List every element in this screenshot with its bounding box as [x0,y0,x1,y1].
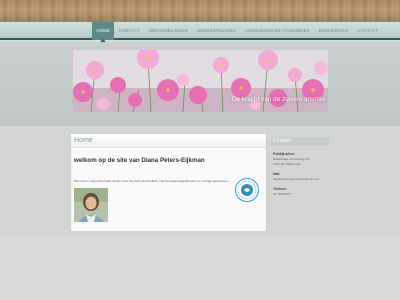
navigation-bar: HOME CONTACT BEHANDELINGEN ONDERSTEUNING… [0,22,400,42]
portrait-photo [74,188,108,222]
hero-title: De kracht van de zuivere intentie [231,96,325,103]
practice-address-label: Praktijk adres: [273,152,295,156]
page-title: Home [74,137,93,144]
portrait-image [74,188,108,222]
wood-header-strip [0,0,400,22]
nav-item-contact[interactable]: CONTACT [114,22,144,40]
badge-icon [235,178,259,202]
nav-item-ondersteuning[interactable]: ONDERSTEUNING [192,22,240,40]
address-line-2: 1234 AB Plaatsnaam [273,162,302,166]
contact-sidebar: Contact Praktijk adres: Kastanhage Grote… [271,137,329,196]
email-label: Mail: [273,172,281,176]
nav-item-ervaringen[interactable]: ERVARINGEN [314,22,352,40]
welcome-heading: welkom op de site van Diana Peters-Eijkm… [74,157,205,164]
nav-item-contact-2[interactable]: CONTACT [353,22,383,40]
nav-item-cursussen[interactable]: CURSUSSEN EN TRAININGEN [241,22,315,40]
phone-number: 06 45487895 [273,192,291,196]
hero-banner: De kracht van de zuivere intentie [73,50,328,112]
intro-text: Hier kunt u meer informatie vinden over … [74,179,229,183]
sidebar-heading: Contact [271,137,329,146]
content-header: Home [71,134,266,148]
nav-item-behandelingen[interactable]: BEHANDELINGEN [145,22,192,40]
address-line-1: Kastanhage Grotestrag 231 [273,157,310,161]
footer-area [0,237,400,300]
email-link[interactable]: dianapeters-eijkman@hotmail.com [271,177,329,181]
main-nav: HOME CONTACT BEHANDELINGEN ONDERSTEUNING… [92,22,383,42]
main-content-panel: Home welkom op de site van Diana Peters-… [71,134,266,231]
certification-badge[interactable] [235,178,259,202]
phone-label: Telefoon: [273,187,288,191]
nav-item-home[interactable]: HOME [92,22,115,42]
